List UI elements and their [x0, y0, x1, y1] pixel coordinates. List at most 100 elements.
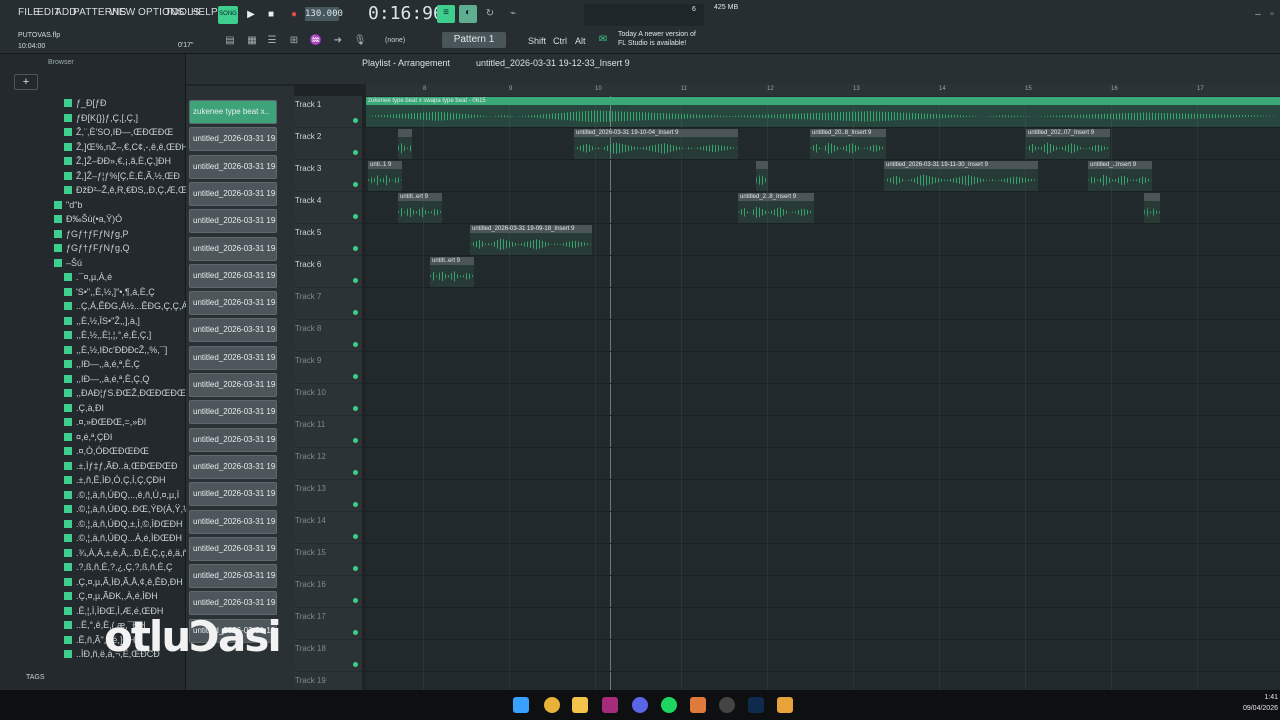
audio-clip[interactable]: unti..1 9 [368, 161, 402, 191]
browser-item[interactable]: ƒGƒ†ƒFƒNƒg,P [0, 227, 186, 241]
track-header[interactable]: Track 2 [294, 128, 362, 160]
track-header[interactable]: Track 11 [294, 416, 362, 448]
clip-picker-item[interactable]: zukenee type beat x.. [189, 100, 277, 124]
clip-picker-item[interactable]: untitled_2026-03-31 19-.. [189, 427, 277, 452]
photoshop-icon[interactable] [748, 697, 764, 713]
fl-studio-icon[interactable] [777, 697, 793, 713]
file-explorer-icon[interactable] [572, 697, 588, 713]
track-enable-led[interactable] [353, 662, 358, 667]
track-enable-led[interactable] [353, 438, 358, 443]
track-enable-led[interactable] [353, 566, 358, 571]
audio-clip[interactable]: untitled_2026-03-31 19-09-18_Insert 9 [470, 225, 592, 255]
browser-item[interactable]: .¾,À,Á,±,è,Ã,..Ð,Ê,Ç,ç,ê,ä,ñ [0, 546, 186, 560]
track-header[interactable]: Track 9 [294, 352, 362, 384]
browser-item[interactable]: .©,¦,ä,ñ,ÚÐQ,..,ê,ñ,Ú,¤,µ,Ì [0, 488, 186, 502]
browser-item[interactable]: Ð‰Šú(•a,Ÿ)Ó [0, 212, 186, 226]
playlist-icon[interactable]: ▤ [222, 33, 238, 49]
record-button[interactable]: ● [286, 7, 302, 23]
news-line-1[interactable]: Today A newer version of [618, 31, 696, 38]
ctrl-key-button[interactable]: Ctrl [553, 36, 567, 46]
menu-view[interactable]: VIEW [109, 7, 135, 18]
snap-select[interactable]: (none) [385, 37, 405, 44]
browser-item[interactable]: .©,¦,ä,ñ,ÚÐQ,±,Ì,©,ÌÐŒÐH [0, 517, 186, 531]
tune-icon[interactable]: ⌁ [505, 6, 521, 22]
track-header[interactable]: Track 8 [294, 320, 362, 352]
track-enable-led[interactable] [353, 214, 358, 219]
browser-item[interactable]: .©,¦,ä,ñ,ÚÐQ...À,é,ÌÐŒÐH [0, 531, 186, 545]
browser-item[interactable]: ,,IÐ—,,à,é,ª,È,Ç [0, 357, 186, 371]
clip-picker-item[interactable]: untitled_2026-03-31 19-.. [189, 454, 277, 479]
browser-item[interactable]: .©,¦,ä,ñ,ÚÐQ..ÐŒ,ÝÐ(À,Ÿ,½ [0, 502, 186, 516]
track-enable-led[interactable] [353, 406, 358, 411]
wait-input-icon[interactable]: ◐ [459, 5, 477, 23]
microphone-icon[interactable]: 🎙 [352, 33, 368, 49]
browser-item[interactable]: .Ç,¤,µ,Ã,ÌÐ,Ã,Å,¢,ê,ÊÐ,ÐH [0, 575, 186, 589]
track-header[interactable]: Track 13 [294, 480, 362, 512]
browser-item[interactable]: .Ç,à,ÐI [0, 401, 186, 415]
browser-item[interactable]: ,,IÐ—,,à,é,ª,È,Ç,Q [0, 372, 186, 386]
browser-item[interactable]: .?,ß,ñ,È,?,¿,Ç,?,ß,ñ,È,Ç [0, 560, 186, 574]
browser-item[interactable]: .¤,Ò,ÓÐŒÐŒÐŒ [0, 444, 186, 458]
track-enable-led[interactable] [353, 470, 358, 475]
channel-rack-icon[interactable]: ☰ [264, 33, 280, 49]
browser-add-icon[interactable]: + [14, 74, 38, 90]
track-header[interactable]: Track 12 [294, 448, 362, 480]
news-icon[interactable]: ✉ [595, 32, 611, 48]
browser-item[interactable]: ,,È,½,IÐc'ÐÐÐcŽ,,%,¯] [0, 343, 186, 357]
playlist-grid[interactable]: zukenee type beat x swapa type beat - 06… [366, 96, 1280, 690]
menu-help[interactable]: HELP [191, 7, 218, 18]
browser-item[interactable]: Ž,]Œ%,nŽ–,€,C¢,-,ê,ê,ŒÐH [0, 140, 186, 154]
chrome-icon[interactable] [544, 697, 560, 713]
tempo-display[interactable]: 130.000 [305, 7, 343, 21]
discord-icon[interactable] [632, 697, 648, 713]
browser-item[interactable]: ¤,é,ª,ÇÐI [0, 430, 186, 444]
track-header[interactable]: Track 6 [294, 256, 362, 288]
browser-item[interactable]: ƒÐ[K{}}ƒ,Ç,[,Ç,] [0, 111, 186, 125]
clip-picker-item[interactable]: untitled_2026-03-31 19-.. [189, 373, 277, 397]
clip-picker-item[interactable]: untitled_2026-03-31 19-.. [189, 564, 277, 589]
clip-picker-item[interactable]: untitled_2026-03-31 19-.. [189, 400, 277, 425]
plugin-icon[interactable]: ♒ [308, 33, 324, 49]
browser-item[interactable]: Ž,]Ž–ƒ¦ƒ%[Ç,È,È,Ã,½,ŒÐ [0, 169, 186, 183]
audio-clip[interactable] [1144, 193, 1160, 223]
maximize-button[interactable]: ▫ [1264, 7, 1280, 23]
clock-time[interactable]: 1:41 [1238, 694, 1278, 701]
track-header[interactable]: Track 14 [294, 512, 362, 544]
track-header[interactable]: Track 1 [294, 96, 362, 128]
track-enable-led[interactable] [353, 182, 358, 187]
audio-clip[interactable]: untitled_..Insert 9 [1088, 161, 1152, 191]
track-enable-led[interactable] [353, 246, 358, 251]
track-header[interactable]: Track 4 [294, 192, 362, 224]
song-pattern-toggle[interactable]: SONG [218, 6, 238, 24]
pattern-selector[interactable]: Pattern 1 [442, 32, 506, 48]
clip-picker-item[interactable]: untitled_2026-03-31 19-.. [189, 318, 277, 343]
clip-picker-item[interactable]: untitled_2026-03-31 19-.. [189, 509, 277, 534]
clip-picker-item[interactable]: untitled_2026-03-31 19-.. [189, 209, 277, 234]
browser-item[interactable]: Ž,¨,È'SO,IÐ—,ŒÐŒÐŒ [0, 125, 186, 139]
track-enable-led[interactable] [353, 342, 358, 347]
browser-item[interactable]: .¯¤,µ,À,é [0, 270, 186, 284]
audio-clip[interactable] [398, 129, 412, 159]
browser-item[interactable]: ƒGƒ†ƒFƒNƒg,Q [0, 241, 186, 255]
track-header[interactable]: Track 15 [294, 544, 362, 576]
track-enable-led[interactable] [353, 598, 358, 603]
mixer-icon[interactable]: ⊞ [286, 33, 302, 49]
track-header[interactable]: Track 3 [294, 160, 362, 192]
audio-clip[interactable]: untitled_2026-03-31 19-11-30_Insert 9 [884, 161, 1038, 191]
audio-clip[interactable]: untitled_2026-03-31 19-10-04_Insert 9 [574, 129, 738, 159]
metronome-icon[interactable]: ≡ [437, 5, 455, 23]
track-header[interactable]: Track 18 [294, 640, 362, 672]
track-header[interactable]: Track 7 [294, 288, 362, 320]
shift-key-button[interactable]: Shift [528, 36, 546, 46]
track-enable-led[interactable] [353, 150, 358, 155]
clip-picker-item[interactable]: untitled_2026-03-31 19-.. [189, 536, 277, 561]
stop-button[interactable]: ■ [263, 7, 279, 23]
clip-picker-item[interactable]: untitled_2026-03-31 19-.. [189, 291, 277, 316]
clip-picker-item[interactable]: untitled_2026-03-31 19-.. [189, 236, 277, 261]
track-header[interactable]: Track 10 [294, 384, 362, 416]
track-enable-led[interactable] [353, 310, 358, 315]
clip-picker-item[interactable]: untitled_2026-03-31 19-.. [189, 263, 277, 288]
browser-item[interactable]: ,,È,½,,È¦,¦,°,é,È,Ç,] [0, 328, 186, 342]
browser-item[interactable]: 'S•",,È,½,]"•,¶,á,È,Ç [0, 285, 186, 299]
browser-item[interactable]: .Ç,¤,µ,ÃÐK,,À,é,ÌÐH [0, 589, 186, 603]
